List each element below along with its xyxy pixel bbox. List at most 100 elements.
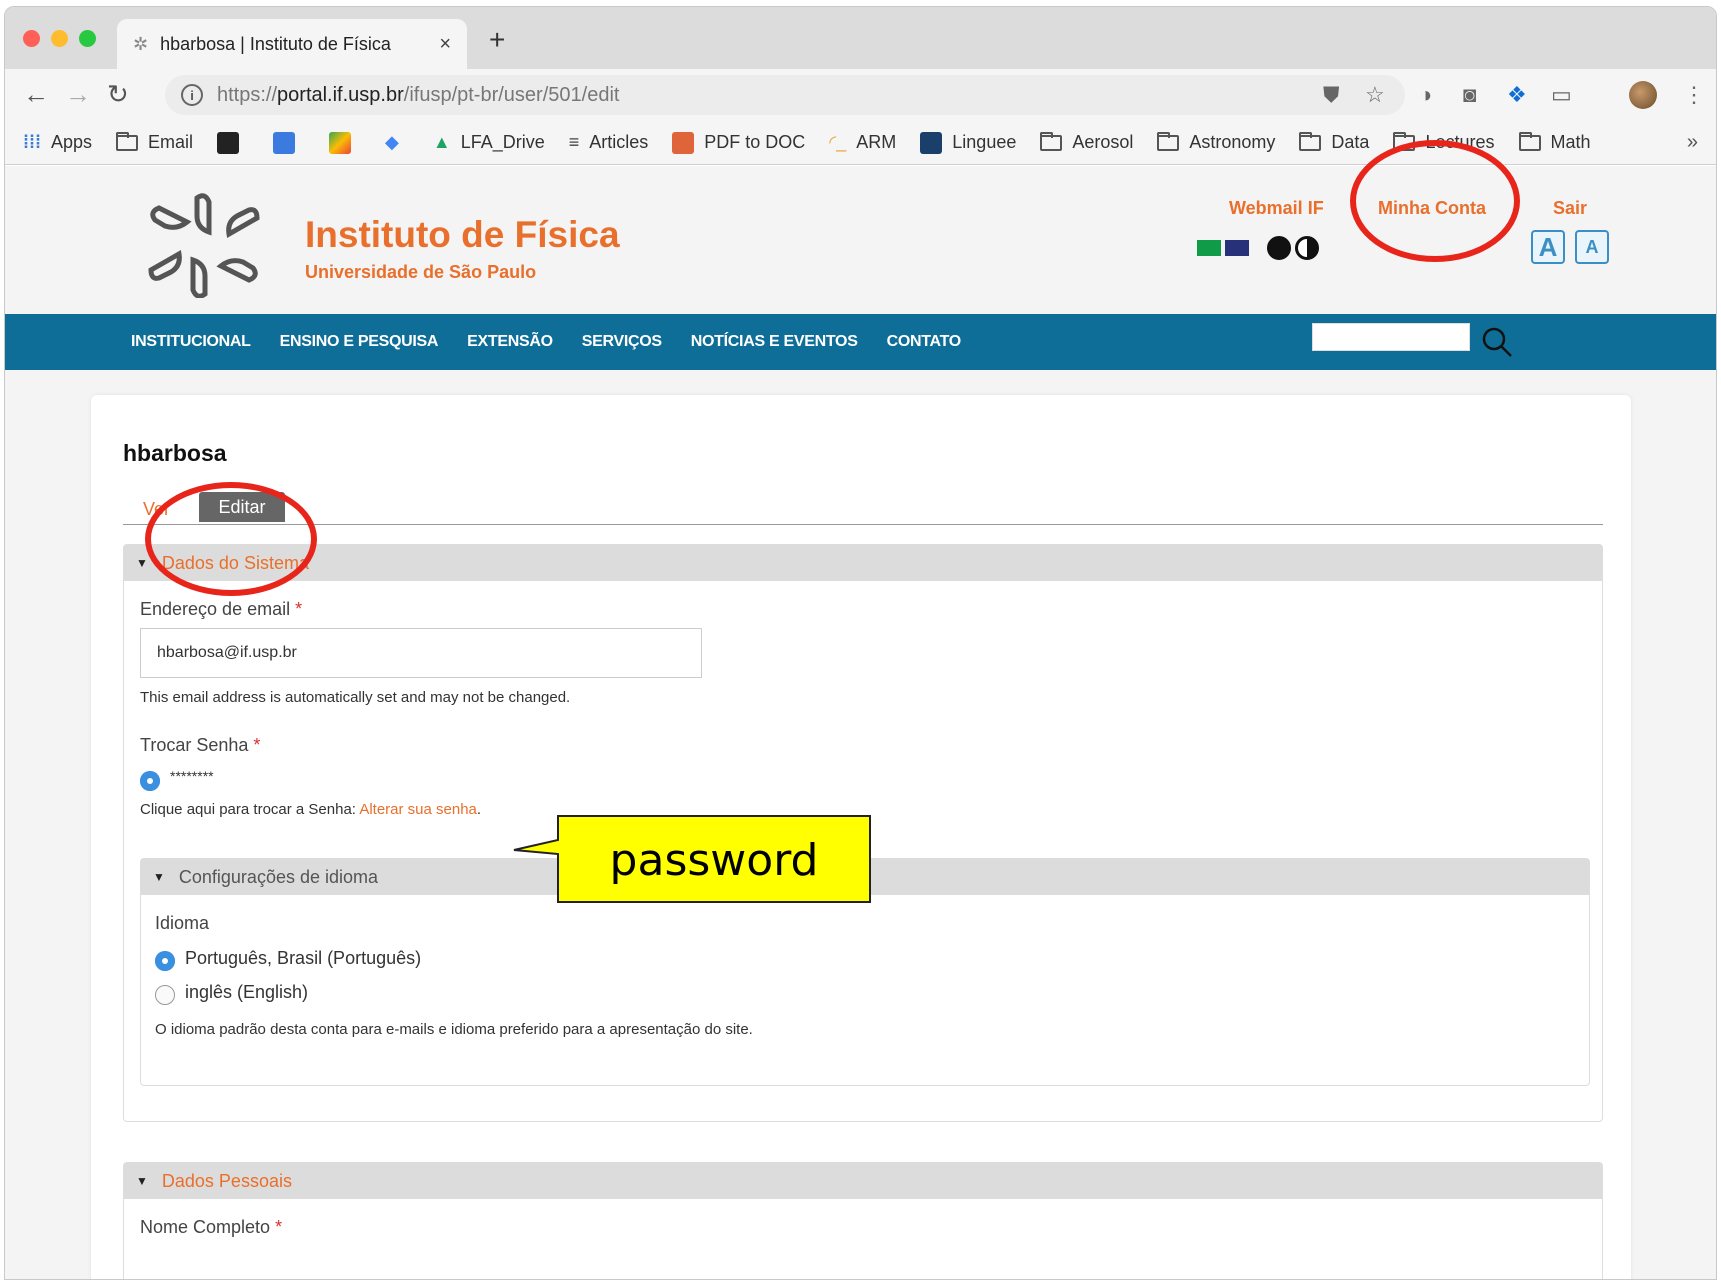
search-icon[interactable] — [1481, 326, 1513, 358]
password-radio[interactable] — [140, 771, 160, 791]
bookmark-star-icon[interactable]: ☆ — [1365, 83, 1385, 107]
address-bar[interactable]: i https://portal.if.usp.br/ifusp/pt-br/u… — [165, 75, 1405, 115]
bookmark-pdf-to-doc[interactable]: PDF to DOC — [672, 131, 805, 154]
arm-icon: ◜_ — [829, 132, 847, 152]
back-arrow-icon[interactable]: ← — [23, 79, 49, 109]
bookmark-calendar[interactable] — [273, 131, 305, 154]
email-help-text: This email address is automatically set … — [140, 689, 571, 706]
password-callout-text: password — [609, 834, 819, 886]
nav-institucional[interactable]: INSTITUCIONAL — [131, 333, 251, 351]
close-tab-icon[interactable]: × — [439, 33, 451, 56]
site-info-icon[interactable]: i — [181, 84, 203, 106]
cast-icon[interactable]: ▭ — [1551, 83, 1572, 107]
email-label: Endereço de email * — [140, 599, 303, 619]
reload-icon[interactable]: ↻ — [107, 79, 129, 109]
folder-icon — [1157, 131, 1180, 151]
password-masked-value: ******** — [170, 768, 214, 784]
minimize-window-button[interactable] — [51, 30, 68, 47]
bookmark-site-icon-1[interactable] — [217, 131, 249, 154]
bookmark-arm[interactable]: ◜_ ARM — [829, 132, 896, 153]
collapse-triangle-icon: ▼ — [136, 556, 148, 570]
page-title: hbarbosa — [123, 440, 227, 466]
language-option-portuguese[interactable]: Português, Brasil (Português) — [185, 948, 421, 969]
decrease-font-button[interactable]: A — [1575, 230, 1609, 264]
institute-title[interactable]: Instituto de Física — [305, 214, 620, 256]
bookmark-aerosol[interactable]: Aerosol — [1040, 131, 1133, 153]
bookmark-linguee[interactable]: Linguee — [920, 131, 1016, 154]
collapse-triangle-icon: ▼ — [153, 870, 165, 884]
nav-servicos[interactable]: SERVIÇOS — [582, 333, 662, 351]
main-navigation: INSTITUCIONAL ENSINO E PESQUISA EXTENSÃO… — [5, 314, 1716, 370]
graduation-cap-icon: ◆ — [385, 132, 399, 152]
page-content: Instituto de Física Universidade de São … — [5, 166, 1716, 1279]
bookmark-apps[interactable]: ⁞⁞⁞ Apps — [23, 132, 92, 153]
folder-icon — [1518, 131, 1541, 151]
forward-arrow-icon[interactable]: → — [65, 79, 91, 109]
logout-link[interactable]: Sair — [1553, 198, 1587, 219]
bookmark-scholar[interactable]: ◆ — [385, 132, 409, 153]
pdf-icon — [672, 131, 695, 154]
site-favicon-icon: ✲ — [133, 33, 149, 54]
webmail-link[interactable]: Webmail IF — [1229, 198, 1324, 219]
annotation-circle-account — [1350, 140, 1520, 262]
nav-noticias-eventos[interactable]: NOTÍCIAS E EVENTOS — [691, 333, 858, 351]
profile-avatar[interactable] — [1629, 81, 1657, 109]
blocked-popup-icon[interactable]: ⛊ — [1323, 83, 1340, 107]
more-bookmarks-chevron-icon[interactable]: » — [1687, 131, 1698, 154]
apps-grid-icon: ⁞⁞⁞ — [23, 132, 41, 152]
new-tab-button[interactable]: + — [489, 26, 505, 54]
contrast-toggle-icon[interactable] — [1295, 236, 1319, 260]
folder-icon — [1299, 131, 1322, 151]
browser-toolbar: ← → ↻ i https://portal.if.usp.br/ifusp/p… — [5, 69, 1716, 121]
dropbox-icon[interactable]: ❖ — [1507, 83, 1527, 107]
maps-icon — [329, 131, 352, 154]
browser-tab[interactable]: ✲ hbarbosa | Instituto de Física × — [117, 19, 467, 69]
personal-data-legend[interactable]: ▼ Dados Pessoais — [124, 1163, 1602, 1199]
change-password-link[interactable]: Alterar sua senha — [359, 801, 477, 818]
site-search-input[interactable] — [1312, 323, 1470, 351]
maximize-window-button[interactable] — [79, 30, 96, 47]
brazil-flag-icon[interactable] — [1197, 240, 1221, 256]
articles-icon: ≡ — [568, 132, 580, 152]
extension-circle-icon[interactable]: ◑ — [1419, 83, 1432, 107]
bookmark-math[interactable]: Math — [1518, 131, 1591, 153]
browser-menu-icon[interactable]: ⋮ — [1683, 83, 1705, 107]
bookmark-maps[interactable] — [329, 131, 361, 154]
language-flags — [1197, 236, 1319, 260]
collapse-triangle-icon: ▼ — [136, 1174, 148, 1188]
url-text[interactable]: https://portal.if.usp.br/ifusp/pt-br/use… — [217, 84, 619, 107]
personal-data-fieldset: ▼ Dados Pessoais Nome Completo * — [123, 1162, 1603, 1279]
language-radio-portuguese[interactable] — [155, 951, 175, 971]
nav-extensao[interactable]: EXTENSÃO — [467, 333, 553, 351]
language-option-english[interactable]: inglês (English) — [185, 982, 308, 1003]
nav-ensino-pesquisa[interactable]: ENSINO E PESQUISA — [280, 333, 439, 351]
increase-font-button[interactable]: A — [1531, 230, 1565, 264]
password-label: Trocar Senha * — [140, 735, 261, 755]
bookmark-astronomy[interactable]: Astronomy — [1157, 131, 1275, 153]
email-field[interactable]: hbarbosa@if.usp.br — [140, 628, 702, 678]
tab-title: hbarbosa | Instituto de Física — [160, 33, 391, 54]
system-data-legend[interactable]: ▼ Dados do Sistema — [124, 545, 1602, 581]
close-window-button[interactable] — [23, 30, 40, 47]
high-contrast-icon[interactable] — [1267, 236, 1291, 260]
annotation-circle-edit — [145, 482, 317, 596]
folder-icon — [116, 131, 139, 151]
nav-contato[interactable]: CONTATO — [887, 333, 962, 351]
barcode-icon — [217, 131, 240, 154]
calendar-icon — [273, 131, 296, 154]
bookmark-lfa-drive[interactable]: ▲ LFA_Drive — [433, 132, 545, 153]
camera-extension-icon[interactable]: ◙ — [1463, 83, 1476, 107]
tabs-divider — [123, 524, 1603, 525]
language-help-text: O idioma padrão desta conta para e-mails… — [155, 1021, 753, 1038]
uk-flag-icon[interactable] — [1225, 240, 1249, 256]
password-help-text: Clique aqui para trocar a Senha: Alterar… — [140, 801, 482, 818]
google-drive-icon: ▲ — [432, 132, 451, 152]
bookmark-email[interactable]: Email — [116, 131, 193, 153]
institute-logo[interactable] — [145, 190, 263, 298]
bookmark-data[interactable]: Data — [1299, 131, 1369, 153]
bookmark-articles[interactable]: ≡ Articles — [569, 132, 649, 153]
language-radio-english[interactable] — [155, 985, 175, 1005]
full-name-label: Nome Completo * — [140, 1217, 283, 1237]
folder-icon — [1040, 131, 1063, 151]
language-label: Idioma — [155, 913, 210, 933]
